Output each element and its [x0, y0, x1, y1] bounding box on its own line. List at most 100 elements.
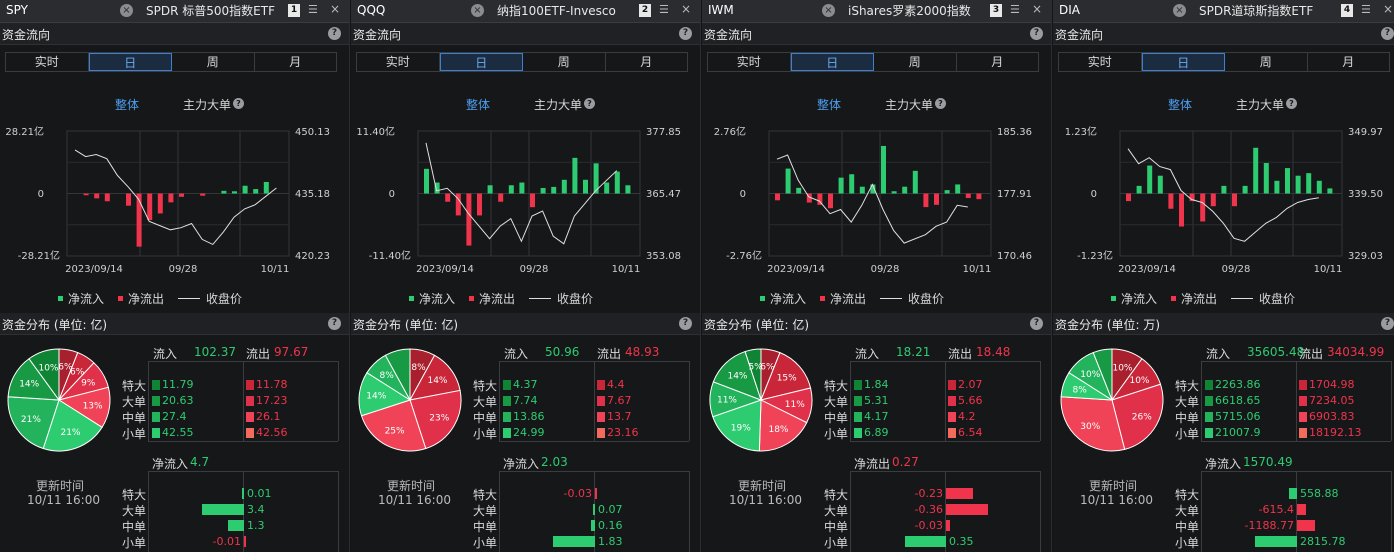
table-rule: [499, 361, 500, 441]
flow-bar: [104, 193, 110, 202]
symbol-code[interactable]: DIA: [1059, 3, 1080, 17]
row-label: 大单: [824, 395, 849, 409]
help-icon[interactable]: ?: [679, 27, 692, 40]
legend-label: 收盘价: [557, 292, 594, 306]
inflow-value: 4.37: [513, 378, 538, 391]
period-tab-0[interactable]: 实时: [1059, 53, 1142, 71]
distribution-section-title: 资金分布 (单位: 亿): [2, 318, 108, 332]
legend-label: 净流入: [770, 292, 807, 306]
legend-swatch-inflow: [760, 296, 765, 301]
update-time-value: 10/11 16:00: [378, 493, 451, 507]
help-icon[interactable]: ?: [584, 98, 595, 109]
legend-swatch-close: [529, 298, 552, 299]
close-panel-icon[interactable]: ×: [681, 2, 691, 16]
update-time-label: 更新时间: [738, 479, 787, 493]
help-icon[interactable]: ?: [935, 98, 946, 109]
period-tab-1[interactable]: 日: [1141, 53, 1225, 71]
flow-bar: [200, 193, 206, 196]
view-overall-tab[interactable]: 整体: [1168, 96, 1192, 113]
inflow-cell: 21007.9: [1205, 427, 1261, 439]
period-tab-0[interactable]: 实时: [357, 53, 440, 71]
flow-bar: [838, 177, 844, 194]
outflow-cell: 26.1: [246, 411, 281, 423]
help-icon[interactable]: ?: [1030, 27, 1043, 40]
period-tab-3[interactable]: 月: [957, 53, 1039, 71]
net-flow-bar: [946, 520, 950, 531]
close-panel-icon[interactable]: ×: [1383, 2, 1393, 16]
period-tab-3[interactable]: 月: [1308, 53, 1390, 71]
help-icon[interactable]: ?: [1286, 98, 1297, 109]
pie-slice-label: 5%: [748, 362, 763, 372]
outflow-swatch: [246, 412, 254, 422]
flow-bar: [540, 188, 546, 194]
row-label: 特大: [1175, 379, 1200, 393]
period-tab-3[interactable]: 月: [606, 53, 688, 71]
chart-legend: 净流入 净流出 收盘价: [760, 290, 958, 307]
close-panel-icon[interactable]: ×: [330, 2, 340, 16]
settings-sliders-icon[interactable]: ☰: [1361, 3, 1371, 16]
period-tab-2[interactable]: 周: [172, 53, 255, 71]
period-tab-1[interactable]: 日: [439, 53, 523, 71]
row-label: 中单: [824, 411, 849, 425]
help-icon[interactable]: ?: [679, 317, 692, 330]
period-tab-1[interactable]: 日: [790, 53, 874, 71]
net-flow-bar: [242, 488, 244, 499]
flow-bar: [891, 191, 897, 194]
clear-symbol-icon[interactable]: ×: [1173, 4, 1186, 17]
view-overall-tab[interactable]: 整体: [466, 96, 490, 113]
clear-symbol-icon[interactable]: ×: [471, 4, 484, 17]
clear-symbol-icon[interactable]: ×: [120, 4, 133, 17]
period-tab-2[interactable]: 周: [523, 53, 606, 71]
settings-sliders-icon[interactable]: ☰: [1010, 3, 1020, 16]
view-main-force-tab[interactable]: 主力大单: [885, 96, 933, 113]
flow-bar: [179, 193, 184, 197]
chart-legend: 净流入 净流出 收盘价: [409, 290, 607, 307]
settings-sliders-icon[interactable]: ☰: [659, 3, 669, 16]
help-icon[interactable]: ?: [1381, 27, 1394, 40]
view-main-force-tab[interactable]: 主力大单: [534, 96, 582, 113]
help-icon[interactable]: ?: [328, 27, 341, 40]
help-icon[interactable]: ?: [233, 98, 244, 109]
flow-bar: [604, 182, 610, 194]
pie-slice-label: 14%: [366, 392, 386, 402]
period-tab-3[interactable]: 月: [255, 53, 337, 71]
inflow-cell: 4.37: [503, 379, 538, 391]
settings-sliders-icon[interactable]: ☰: [308, 3, 318, 16]
flow-bar: [828, 193, 833, 209]
help-icon[interactable]: ?: [1030, 317, 1043, 330]
flow-bar: [902, 186, 908, 194]
y-right-mid-label: 435.18: [295, 189, 330, 200]
period-tab-0[interactable]: 实时: [6, 53, 89, 71]
outflow-swatch: [246, 380, 254, 390]
x-tick-label: 10/11: [261, 264, 290, 275]
legend-label: 净流入: [1121, 292, 1158, 306]
symbol-code[interactable]: SPY: [6, 3, 28, 17]
view-main-force-tab[interactable]: 主力大单: [1236, 96, 1284, 113]
inflow-cell: 24.99: [503, 427, 545, 439]
help-icon[interactable]: ?: [328, 317, 341, 330]
outflow-swatch: [597, 412, 605, 422]
close-panel-icon[interactable]: ×: [1032, 2, 1042, 16]
flow-bar: [1232, 193, 1237, 207]
flow-bar: [1157, 175, 1163, 194]
net-flow-total: 2.03: [541, 455, 568, 469]
outflow-cell: 4.4: [597, 379, 625, 391]
period-tab-2[interactable]: 周: [1225, 53, 1308, 71]
view-main-force-tab[interactable]: 主力大单: [183, 96, 231, 113]
clear-symbol-icon[interactable]: ×: [822, 4, 835, 17]
view-overall-tab[interactable]: 整体: [817, 96, 841, 113]
net-flow-caption: 净流入: [1205, 457, 1242, 471]
view-overall-tab[interactable]: 整体: [115, 96, 139, 113]
outflow-swatch: [948, 412, 956, 422]
symbol-code[interactable]: QQQ: [357, 3, 385, 17]
symbol-code[interactable]: IWM: [708, 3, 734, 17]
outflow-value: 6903.83: [1309, 410, 1355, 423]
net-flow-bar: [593, 504, 595, 515]
period-tab-0[interactable]: 实时: [708, 53, 791, 71]
flow-bar: [881, 145, 886, 194]
help-icon[interactable]: ?: [1381, 317, 1394, 330]
flow-bar: [1126, 193, 1131, 202]
period-tab-1[interactable]: 日: [88, 53, 172, 71]
flow-bar: [614, 171, 620, 194]
period-tab-2[interactable]: 周: [874, 53, 957, 71]
